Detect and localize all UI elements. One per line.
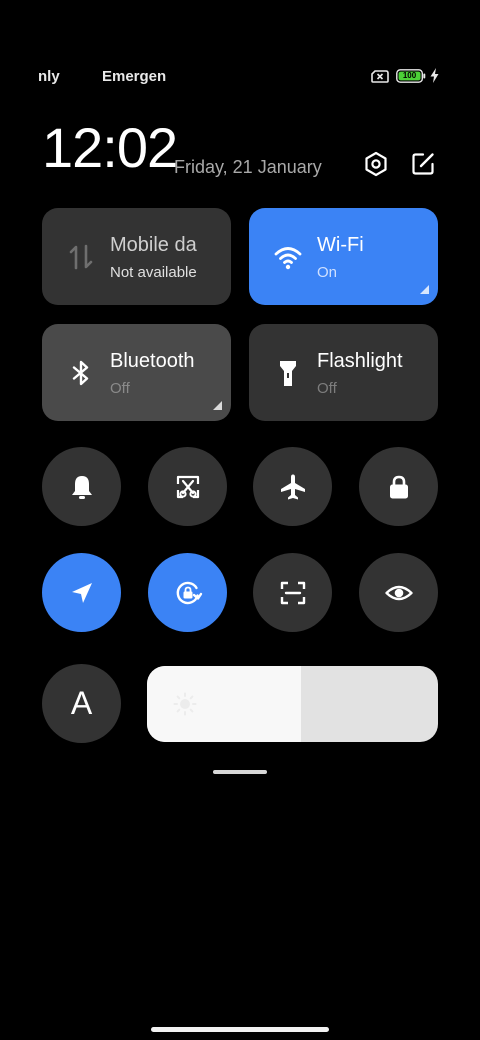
tile-title: Wi-Fi: [317, 234, 364, 256]
scanner-icon: [280, 581, 305, 604]
battery-icon: 100: [396, 69, 426, 83]
toggle-rotation-lock[interactable]: [148, 553, 227, 632]
toggle-notifications[interactable]: [42, 447, 121, 526]
airplane-icon: [280, 474, 305, 499]
tile-wifi[interactable]: Wi-Fi On: [249, 208, 438, 305]
location-icon: [71, 582, 92, 603]
lock-icon: [389, 475, 408, 498]
expand-corner[interactable]: [213, 401, 222, 410]
toggle-screenshot[interactable]: [148, 447, 227, 526]
home-indicator[interactable]: [151, 1027, 329, 1032]
bluetooth-icon: [72, 360, 89, 386]
carrier-label-1: nly: [38, 68, 60, 85]
auto-brightness-button[interactable]: A: [42, 664, 121, 743]
expand-corner[interactable]: [420, 285, 429, 294]
carrier-label-2: Emergenc: [102, 68, 166, 85]
no-sim-icon: [371, 70, 389, 83]
edit-icon[interactable]: [410, 151, 436, 177]
tile-subtitle: Not available: [110, 264, 197, 281]
tile-flashlight[interactable]: Flashlight Off: [249, 324, 438, 421]
toggle-reading-mode[interactable]: [359, 553, 438, 632]
sun-icon: [173, 692, 197, 716]
flashlight-icon: [280, 361, 296, 386]
tile-title: Bluetooth: [110, 350, 195, 372]
brightness-slider[interactable]: [147, 666, 438, 742]
screenshot-icon: [176, 475, 199, 498]
eye-icon: [384, 585, 413, 600]
tile-subtitle: Off: [110, 380, 130, 397]
rotation-lock-icon: [176, 581, 202, 604]
settings-icon[interactable]: [363, 151, 389, 177]
tile-mobile-data[interactable]: Mobile da Not available: [42, 208, 231, 305]
toggle-airplane-mode[interactable]: [253, 447, 332, 526]
tile-subtitle: On: [317, 264, 338, 281]
bell-icon: [71, 475, 92, 499]
mobile-data-icon: [69, 244, 93, 270]
tile-title: Flashlight: [317, 350, 403, 372]
panel-drag-handle[interactable]: [213, 770, 267, 774]
tile-subtitle: Off: [317, 380, 337, 397]
wifi-icon: [274, 247, 302, 270]
toggle-scanner[interactable]: [253, 553, 332, 632]
toggle-location[interactable]: [42, 553, 121, 632]
clock: 12:02: [42, 116, 178, 179]
auto-brightness-label: A: [70, 685, 93, 721]
toggle-lock-screen[interactable]: [359, 447, 438, 526]
charging-bolt-icon: [430, 68, 439, 83]
battery-level: 100: [402, 71, 417, 80]
brightness-fill: [147, 666, 302, 742]
tile-bluetooth[interactable]: Bluetooth Off: [42, 324, 231, 421]
tile-title: Mobile da: [110, 234, 197, 256]
date-label: Friday, 21 January: [174, 157, 322, 177]
